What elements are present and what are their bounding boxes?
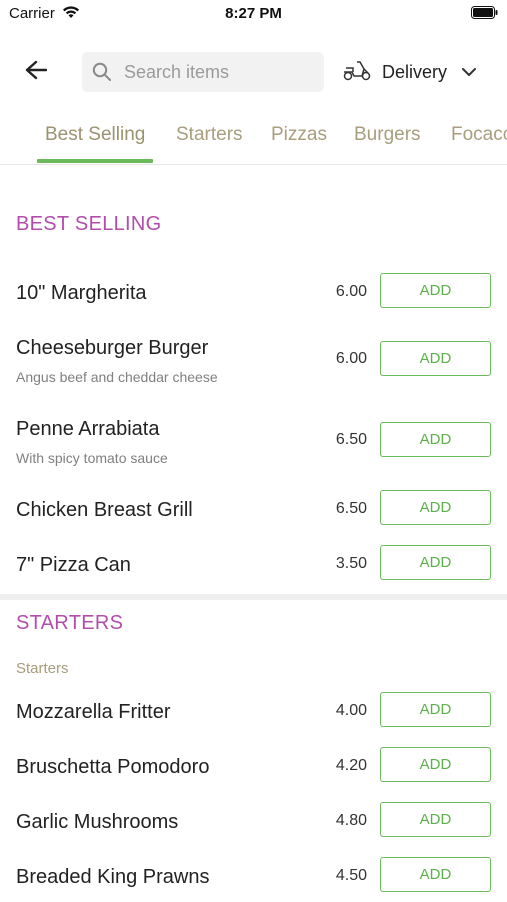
- active-tab-indicator: [37, 159, 153, 163]
- item-price: 4.20: [335, 757, 367, 774]
- item-name: Penne Arrabiata: [16, 418, 160, 440]
- status-bar: Carrier 8:27 PM: [0, 0, 507, 30]
- back-arrow-icon: [25, 60, 48, 85]
- item-price: 6.00: [335, 350, 367, 367]
- clock: 8:27 PM: [225, 5, 282, 22]
- tab-focaccia[interactable]: Focaccia: [451, 124, 507, 146]
- tab-burgers[interactable]: Burgers: [354, 124, 421, 146]
- add-button[interactable]: ADD: [380, 692, 491, 727]
- section-title-best-selling: BEST SELLING: [16, 213, 162, 235]
- item-name: 10" Margherita: [16, 282, 147, 304]
- tab-starters[interactable]: Starters: [176, 124, 243, 146]
- search-box[interactable]: [82, 52, 324, 92]
- menu-item: 10" Margherita 6.00 ADD: [0, 268, 507, 318]
- item-name: Breaded King Prawns: [16, 866, 210, 888]
- category-tabs: Best Selling Starters Pizzas Burgers Foc…: [0, 112, 507, 165]
- search-input[interactable]: [122, 60, 316, 84]
- item-price: 4.50: [335, 867, 367, 884]
- add-button[interactable]: ADD: [380, 857, 491, 892]
- menu-item: Chicken Breast Grill 6.50 ADD: [0, 485, 507, 535]
- add-button[interactable]: ADD: [380, 341, 491, 376]
- tab-best-selling[interactable]: Best Selling: [45, 124, 145, 146]
- item-price: 6.50: [335, 431, 367, 448]
- add-button[interactable]: ADD: [380, 545, 491, 580]
- add-button[interactable]: ADD: [380, 422, 491, 457]
- menu-item: Breaded King Prawns 4.50 ADD: [0, 852, 507, 902]
- scooter-icon: [342, 59, 372, 86]
- item-price: 4.80: [335, 812, 367, 829]
- item-name: Garlic Mushrooms: [16, 811, 179, 833]
- add-button[interactable]: ADD: [380, 747, 491, 782]
- back-button[interactable]: [16, 56, 56, 88]
- item-name: Mozzarella Fritter: [16, 701, 171, 723]
- menu-item: Bruschetta Pomodoro 4.20 ADD: [0, 742, 507, 792]
- item-name: Cheeseburger Burger: [16, 337, 209, 359]
- add-button[interactable]: ADD: [380, 802, 491, 837]
- section-divider: [0, 594, 507, 600]
- item-description: Angus beef and cheddar cheese: [16, 369, 218, 385]
- header: Delivery: [0, 44, 507, 100]
- menu-item: Cheeseburger Burger Angus beef and chedd…: [0, 335, 507, 395]
- add-button[interactable]: ADD: [380, 490, 491, 525]
- delivery-selector[interactable]: Delivery: [342, 56, 477, 88]
- tab-pizzas[interactable]: Pizzas: [271, 124, 327, 146]
- item-price: 3.50: [335, 555, 367, 572]
- add-button[interactable]: ADD: [380, 273, 491, 308]
- item-description: With spicy tomato sauce: [16, 450, 168, 466]
- item-name: Chicken Breast Grill: [16, 499, 193, 521]
- menu-item: Penne Arrabiata With spicy tomato sauce …: [0, 416, 507, 476]
- section-subtitle: Starters: [16, 660, 69, 677]
- chevron-down-icon: [461, 67, 477, 77]
- menu-item: Mozzarella Fritter 4.00 ADD: [0, 687, 507, 737]
- battery-icon: [471, 6, 498, 19]
- delivery-label: Delivery: [382, 61, 448, 82]
- section-title-starters: STARTERS: [16, 612, 124, 634]
- item-price: 6.50: [335, 500, 367, 517]
- menu-item: 7" Pizza Can 3.50 ADD: [0, 540, 507, 590]
- item-name: Bruschetta Pomodoro: [16, 756, 210, 778]
- item-price: 6.00: [335, 283, 367, 300]
- item-name: 7" Pizza Can: [16, 554, 131, 576]
- search-icon: [92, 61, 114, 83]
- menu-item: Garlic Mushrooms 4.80 ADD: [0, 797, 507, 847]
- item-price: 4.00: [335, 702, 367, 719]
